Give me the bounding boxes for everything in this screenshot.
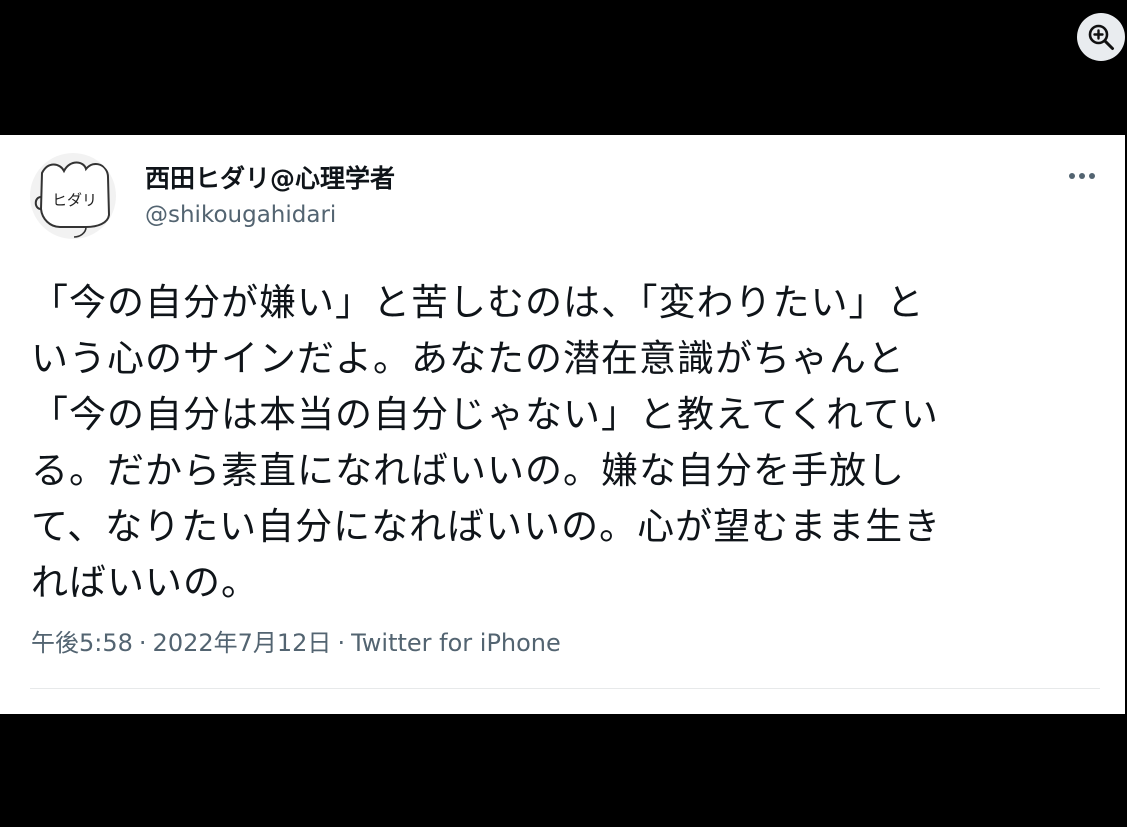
tweet-text-line: る。だから素直になればいいの。嫌な自分を手放し <box>31 449 905 492</box>
tweet-text: 「今の自分が嫌い」と苦しむのは、「変わりたい」と いう心のサインだよ。あなたの潜… <box>31 275 1091 611</box>
meta-separator: · <box>337 629 346 657</box>
tweet-text-line: いう心のサインだよ。あなたの潜在意識がちゃんと <box>31 337 905 380</box>
tweet-date[interactable]: 2022年7月12日 <box>153 629 332 657</box>
tweet-card: ヒダリ 西田ヒダリ@心理学者 @shikougahidari 「今の自分が嫌い」… <box>0 135 1125 714</box>
more-horizontal-icon <box>1069 173 1095 179</box>
meta-separator: · <box>138 629 147 657</box>
avatar[interactable]: ヒダリ <box>30 153 116 239</box>
author-display-name[interactable]: 西田ヒダリ@心理学者 <box>145 159 395 195</box>
tweet-time[interactable]: 午後5:58 <box>31 629 133 657</box>
avatar-illustration: ヒダリ <box>34 161 111 238</box>
tweet-text-line: ればいいの。 <box>31 561 259 604</box>
tweet-source[interactable]: Twitter for iPhone <box>351 629 561 657</box>
tweet-metadata: 午後5:58 · 2022年7月12日 · Twitter for iPhone <box>31 623 561 658</box>
more-options-button[interactable] <box>1060 161 1104 191</box>
author-handle[interactable]: @shikougahidari <box>145 202 336 228</box>
divider <box>30 688 1100 689</box>
tweet-text-line: て、なりたい自分になればいいの。心が望むまま生き <box>31 505 942 548</box>
tweet-text-line: 「今の自分が嫌い」と苦しむのは、「変わりたい」と <box>31 281 925 324</box>
zoom-in-icon <box>1088 24 1114 50</box>
avatar-text: ヒダリ <box>52 191 97 209</box>
tweet-text-line: 「今の自分は本当の自分じゃない」と教えてくれてい <box>31 393 939 436</box>
zoom-button[interactable] <box>1077 13 1125 61</box>
image-viewer: ヒダリ 西田ヒダリ@心理学者 @shikougahidari 「今の自分が嫌い」… <box>0 0 1127 827</box>
